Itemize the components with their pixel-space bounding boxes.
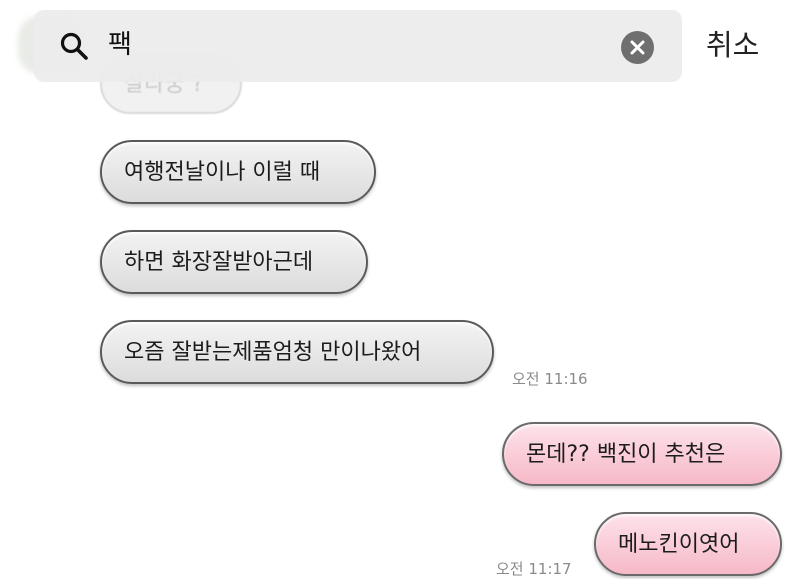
message-bubble-incoming: 오즘 잘받는제품엄청 만이나왔어: [100, 320, 494, 384]
message-bubble-incoming: 하면 화장잘받아근데: [100, 230, 368, 294]
message-bubble-outgoing: 몬데?? 백진이 추천은: [502, 422, 782, 486]
message-bubble-outgoing: 메노킨이엿어: [594, 512, 782, 576]
clear-search-button[interactable]: [621, 31, 654, 64]
clear-icon: [621, 31, 654, 64]
message-timestamp: 오전 11:17: [496, 560, 572, 578]
cancel-button[interactable]: 취소: [706, 26, 759, 64]
search-icon: [58, 30, 92, 64]
search-input[interactable]: [108, 20, 588, 64]
message-timestamp: 오전 11:16: [512, 370, 588, 388]
message-bubble-incoming: 여행전날이나 이럴 때: [100, 140, 376, 204]
